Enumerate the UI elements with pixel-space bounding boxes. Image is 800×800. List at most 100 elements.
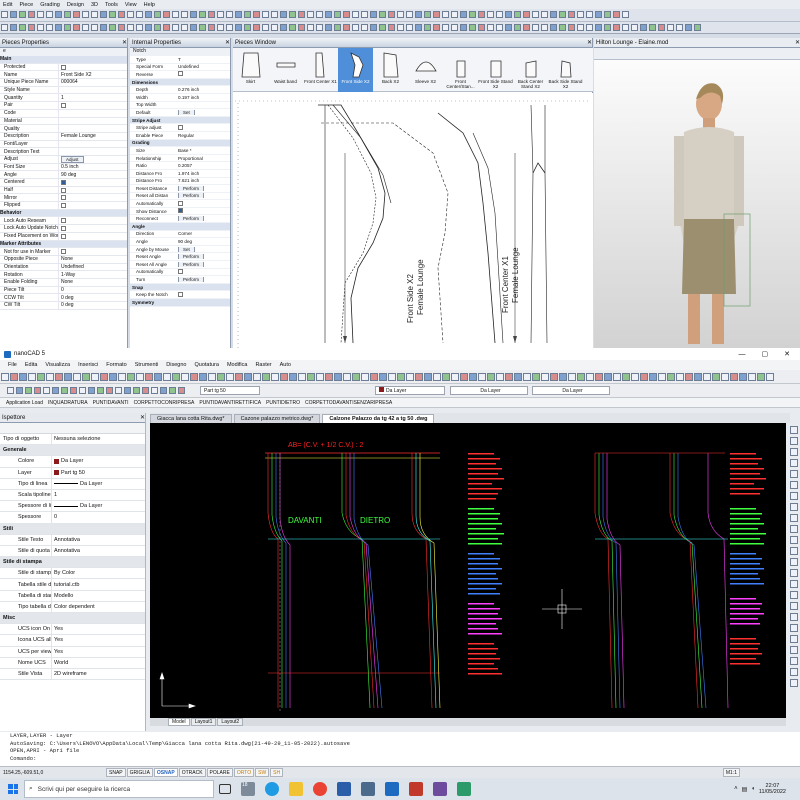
toolbar-button-icon[interactable] [478, 11, 485, 18]
toolbar-button-icon[interactable] [333, 373, 342, 381]
app-toolbar-item[interactable]: PUNTIDAVANTIRETTIFICA [199, 400, 261, 406]
property-value[interactable]: 90 deg [58, 171, 127, 178]
menu-item-tools[interactable]: Tools [105, 2, 118, 8]
toolbar-button-icon[interactable] [91, 11, 98, 18]
toolbar-button-icon[interactable] [217, 11, 224, 18]
toolbar-button-icon[interactable] [559, 24, 566, 31]
toolbar-button-icon[interactable] [505, 24, 512, 31]
toolbar-button-icon[interactable] [37, 11, 44, 18]
toolbar-button-icon[interactable] [514, 24, 521, 31]
property-button[interactable]: Perform [178, 254, 205, 260]
toolbar-button-icon[interactable] [442, 11, 449, 18]
toolbar-button-icon[interactable] [397, 24, 404, 31]
toolbar-button-icon[interactable] [352, 11, 359, 18]
3d-viewer[interactable]: Hilton Lounge - Elaine.mod ✕ [594, 38, 800, 348]
toolbar-button-icon[interactable] [495, 373, 504, 381]
app-toolbar-item[interactable]: CORPETTOCONRIPRESA [134, 400, 195, 406]
taskbar-search-box[interactable]: ⌕ Scrivi qui per eseguire la ricerca [24, 780, 214, 798]
toolbar-button-icon[interactable] [370, 11, 377, 18]
close-icon[interactable]: ✕ [795, 39, 800, 46]
toolbar-button-icon[interactable] [397, 11, 404, 18]
toolbar-button-icon[interactable] [388, 24, 395, 31]
checkbox[interactable] [178, 291, 183, 297]
toolbar-button-icon[interactable] [514, 11, 521, 18]
toolbar-button-icon[interactable] [790, 558, 798, 566]
toolbar-button-icon[interactable] [37, 24, 44, 31]
inspector-value[interactable]: Annotativa [52, 537, 145, 543]
toolbar-button-icon[interactable] [523, 24, 530, 31]
menu-item-help[interactable]: Help [144, 2, 155, 8]
toolbar-button-icon[interactable] [178, 387, 185, 394]
property-value[interactable]: 90 deg [176, 239, 230, 244]
toolbar-button-icon[interactable] [126, 373, 135, 381]
property-value[interactable]: Corner [176, 231, 230, 236]
checkbox[interactable] [61, 225, 66, 231]
document-tab[interactable]: Giacca lana cotta Rita.dwg* [150, 414, 232, 423]
toolbar-button-icon[interactable] [325, 11, 332, 18]
piece-thumbnail[interactable]: Back Center Stand X2 [513, 48, 548, 92]
layer-dropdown[interactable]: Part tg 50 [200, 386, 260, 395]
toolbar-button-icon[interactable] [288, 373, 297, 381]
toolbar-button-icon[interactable] [568, 11, 575, 18]
toolbar-button-icon[interactable] [145, 11, 152, 18]
toolbar-button-icon[interactable] [280, 11, 287, 18]
toolbar-button-icon[interactable] [424, 11, 431, 18]
app-icon[interactable] [409, 782, 423, 796]
piece-thumbnail[interactable]: Skirt [233, 48, 268, 92]
status-toggle-osnap[interactable]: OSNAP [153, 768, 178, 777]
property-value[interactable]: 0.276 inch [176, 87, 230, 92]
toolbar-button-icon[interactable] [280, 24, 287, 31]
property-value[interactable]: 1.974 inch [176, 171, 230, 176]
toolbar-button-icon[interactable] [711, 373, 720, 381]
toolbar-button-icon[interactable] [198, 373, 207, 381]
toolbar-button-icon[interactable] [151, 387, 158, 394]
toolbar-button-icon[interactable] [289, 11, 296, 18]
toolbar-button-icon[interactable] [594, 373, 603, 381]
toolbar-button-icon[interactable] [28, 11, 35, 18]
property-value[interactable]: Adjust [58, 155, 127, 163]
toolbar-button-icon[interactable] [216, 373, 225, 381]
toolbar-button-icon[interactable] [568, 24, 575, 31]
inspector-value[interactable]: Da Layer [52, 503, 145, 509]
toolbar-button-icon[interactable] [424, 24, 431, 31]
toolbar-button-icon[interactable] [118, 11, 125, 18]
app-icon[interactable] [337, 782, 351, 796]
layout-tab[interactable]: Model [168, 718, 190, 726]
toolbar-button-icon[interactable] [343, 11, 350, 18]
menu-item-design[interactable]: Design [67, 2, 84, 8]
toolbar-button-icon[interactable] [676, 24, 683, 31]
toolbar-button-icon[interactable] [261, 373, 270, 381]
checkbox[interactable] [61, 179, 66, 185]
toolbar-button-icon[interactable] [115, 387, 122, 394]
toolbar-button-icon[interactable] [370, 24, 377, 31]
toolbar-button-icon[interactable] [790, 569, 798, 577]
toolbar-button-icon[interactable] [631, 24, 638, 31]
toolbar-button-icon[interactable] [0, 373, 9, 381]
property-value[interactable] [176, 71, 230, 77]
property-value[interactable] [176, 200, 230, 207]
close-icon[interactable]: ✕ [225, 39, 230, 46]
toolbar-button-icon[interactable] [315, 373, 324, 381]
toolbar-button-icon[interactable] [648, 373, 657, 381]
inspector-value[interactable]: By Color [52, 570, 145, 576]
toolbar-button-icon[interactable] [55, 11, 62, 18]
toolbar-button-icon[interactable] [738, 373, 747, 381]
property-value[interactable] [58, 86, 127, 94]
toolbar-button-icon[interactable] [790, 448, 798, 456]
scale-indicator[interactable]: M1:1 [722, 768, 740, 777]
toolbar-button-icon[interactable] [16, 387, 23, 394]
nanocad-taskbar-icon[interactable] [385, 782, 399, 796]
toolbar-button-icon[interactable] [702, 373, 711, 381]
menu-item-edita[interactable]: Edita [25, 362, 38, 368]
toolbar-button-icon[interactable] [613, 11, 620, 18]
toolbar-button-icon[interactable] [790, 646, 798, 654]
toolbar-button-icon[interactable] [567, 373, 576, 381]
property-value[interactable]: Perform [176, 277, 230, 283]
property-value[interactable]: 0 deg [58, 302, 127, 309]
chrome-icon[interactable] [313, 782, 327, 796]
toolbar-button-icon[interactable] [90, 373, 99, 381]
toolbar-button-icon[interactable] [279, 373, 288, 381]
toolbar-button-icon[interactable] [226, 11, 233, 18]
property-value[interactable]: None [58, 278, 127, 286]
toolbar-button-icon[interactable] [19, 11, 26, 18]
